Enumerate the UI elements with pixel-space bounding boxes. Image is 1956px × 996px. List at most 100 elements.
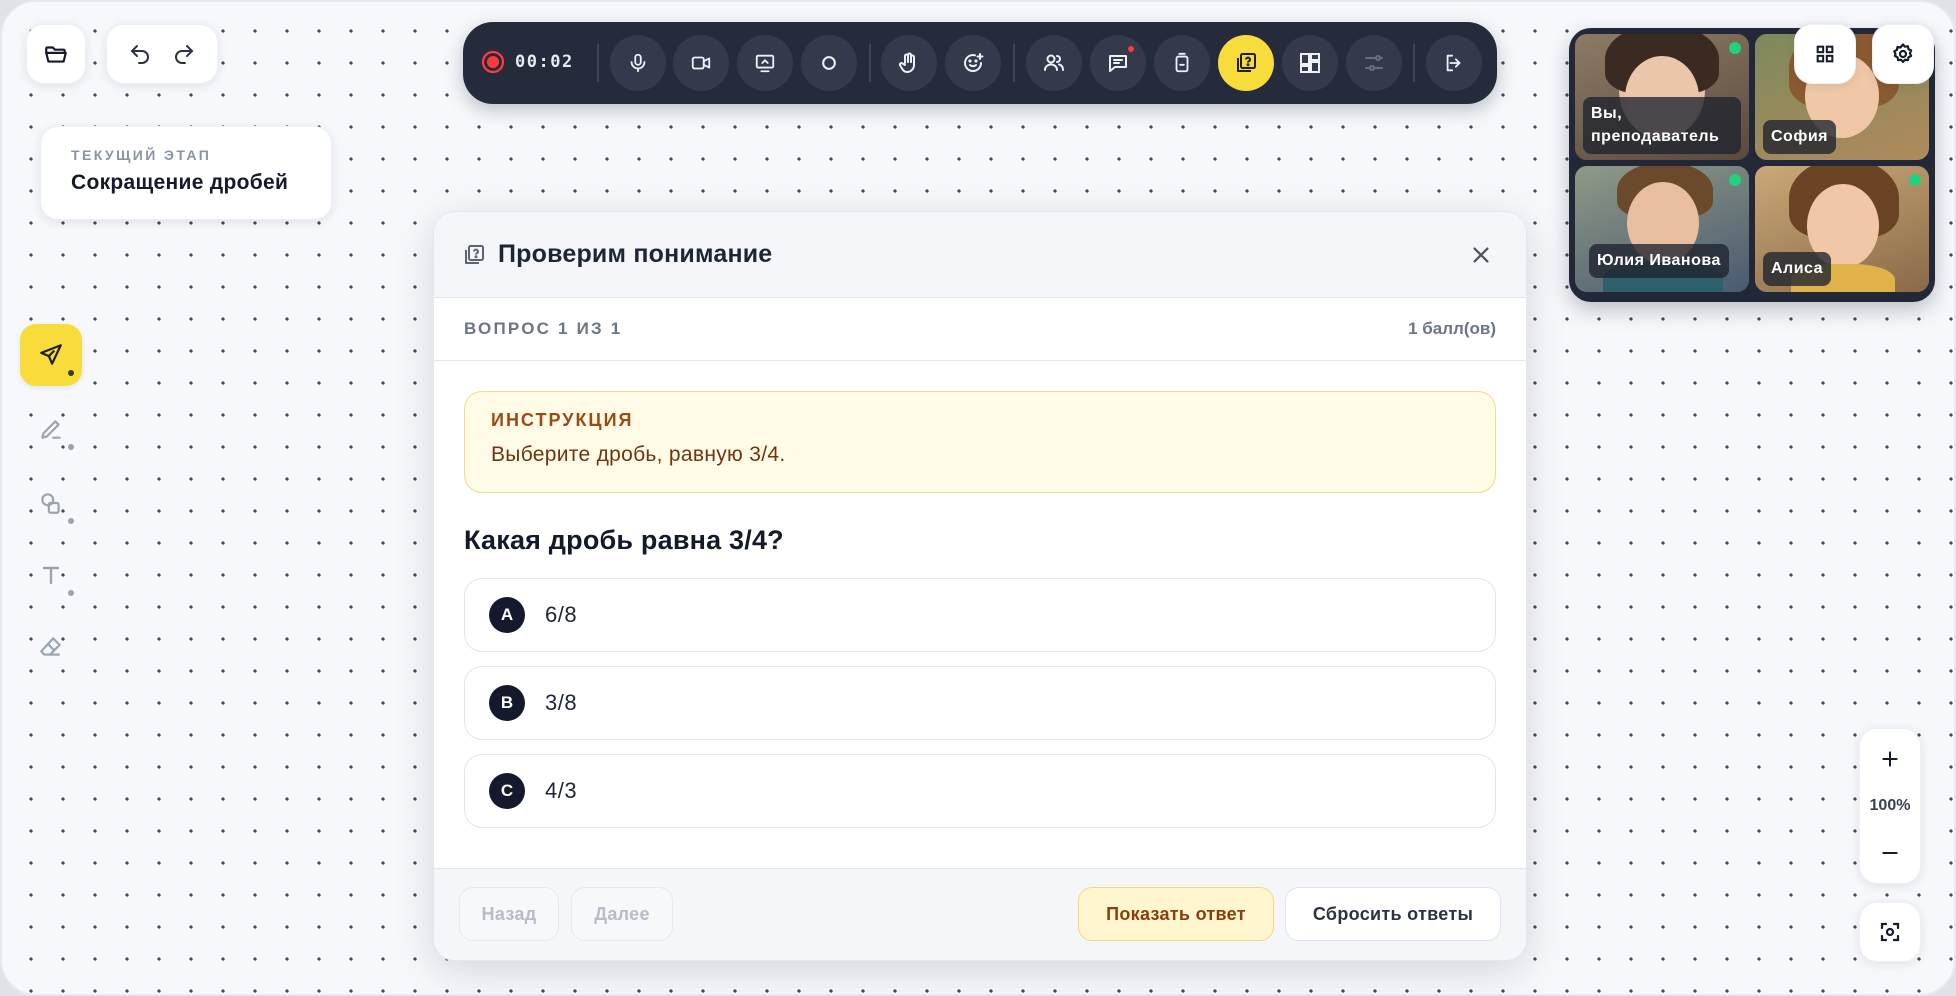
circle-icon bbox=[822, 56, 836, 70]
toolbar-divider bbox=[597, 44, 599, 82]
stage-label: ТЕКУЩИЙ ЭТАП bbox=[71, 147, 212, 163]
unread-badge bbox=[1126, 44, 1136, 54]
video-tile[interactable]: Вы, преподаватель bbox=[1575, 34, 1749, 160]
tool-options-dot bbox=[68, 444, 74, 450]
focus-frame-icon bbox=[1880, 922, 1900, 942]
redo-button[interactable] bbox=[172, 42, 196, 66]
microphone-button[interactable] bbox=[610, 35, 666, 91]
option-text: 4/3 bbox=[545, 778, 578, 803]
camera-button[interactable] bbox=[673, 35, 729, 91]
open-folder-button[interactable] bbox=[26, 24, 86, 84]
shapes-icon bbox=[41, 493, 60, 514]
instruction-label: ИНСТРУКЦИЯ bbox=[491, 410, 634, 430]
chat-button[interactable] bbox=[1090, 35, 1146, 91]
folder-icon bbox=[45, 46, 67, 63]
session-toolbar: 00:02 bbox=[463, 22, 1497, 104]
question-meta: ВОПРОС 1 ИЗ 1 1 балл(ов) bbox=[434, 298, 1526, 361]
next-button[interactable]: Далее bbox=[571, 887, 673, 941]
toolbar-divider bbox=[1413, 44, 1415, 82]
whiteboard-canvas[interactable]: ТЕКУЩИЙ ЭТАП Сокращение дробей 00:02 Вы,… bbox=[0, 0, 1956, 996]
zoom-out-button[interactable] bbox=[1870, 833, 1910, 873]
video-camera-icon bbox=[691, 56, 711, 70]
grid-view-button[interactable] bbox=[1794, 24, 1856, 84]
participant-name: Алиса bbox=[1763, 251, 1832, 286]
video-tile[interactable]: Алиса bbox=[1755, 166, 1929, 292]
tool-options-dot bbox=[68, 590, 74, 596]
text-icon bbox=[42, 566, 60, 585]
hand-icon bbox=[898, 52, 915, 73]
close-modal-button[interactable] bbox=[1466, 240, 1496, 270]
modal-title: Проверим понимание bbox=[498, 240, 773, 268]
eraser-tool[interactable] bbox=[20, 616, 82, 678]
undo-icon bbox=[130, 45, 149, 64]
timer-button[interactable] bbox=[1154, 35, 1210, 91]
option-letter: A bbox=[489, 597, 525, 633]
online-indicator bbox=[1729, 174, 1741, 186]
video-settings-button[interactable] bbox=[1872, 24, 1934, 84]
participant-name: Вы, преподаватель bbox=[1583, 97, 1741, 154]
option-letter: B bbox=[489, 685, 525, 721]
minus-icon bbox=[1882, 852, 1898, 854]
online-indicator bbox=[1909, 174, 1921, 186]
zoom-controls: 100% bbox=[1859, 728, 1921, 884]
option-letter: C bbox=[489, 773, 525, 809]
chat-icon bbox=[1109, 55, 1127, 72]
question-body: ИНСТРУКЦИЯ Выберите дробь, равную 3/4. К… bbox=[434, 361, 1526, 828]
quiz-button[interactable] bbox=[1218, 35, 1274, 91]
answer-option-b[interactable]: B 3/8 bbox=[464, 666, 1496, 740]
zoom-level: 100% bbox=[1869, 797, 1911, 814]
pencil-icon bbox=[41, 420, 61, 439]
cursor-arrow-icon bbox=[40, 344, 62, 365]
pen-tool[interactable] bbox=[20, 398, 82, 460]
participant-name: София bbox=[1763, 119, 1836, 154]
participants-button[interactable] bbox=[1026, 35, 1082, 91]
tool-options-dot bbox=[68, 518, 74, 524]
record-toggle-button[interactable] bbox=[801, 35, 857, 91]
option-text: 3/8 bbox=[545, 690, 578, 715]
tool-options-dot bbox=[68, 370, 74, 376]
toolbar-divider bbox=[1013, 44, 1015, 82]
stage-title: Сокращение дробей bbox=[71, 171, 289, 194]
participant-name: Юлия Иванова bbox=[1589, 243, 1729, 278]
answer-option-c[interactable]: C 4/3 bbox=[464, 754, 1496, 828]
redo-icon bbox=[175, 45, 194, 64]
question-counter: ВОПРОС 1 ИЗ 1 bbox=[464, 319, 623, 338]
zoom-in-button[interactable] bbox=[1870, 739, 1910, 779]
gear-icon bbox=[1893, 43, 1913, 63]
recording-timer: 00:02 bbox=[515, 52, 574, 72]
instruction-text: Выберите дробь, равную 3/4. bbox=[491, 443, 786, 466]
emoji-add-icon bbox=[964, 53, 984, 72]
microphone-icon bbox=[630, 53, 646, 73]
video-tile[interactable]: Юлия Иванова bbox=[1575, 166, 1749, 292]
option-text: 6/8 bbox=[545, 602, 578, 627]
record-icon bbox=[481, 50, 505, 74]
show-answer-button[interactable]: Показать ответ bbox=[1078, 887, 1274, 941]
back-button[interactable]: Назад bbox=[459, 887, 559, 941]
quiz-modal: Проверим понимание ВОПРОС 1 ИЗ 1 1 балл(… bbox=[433, 211, 1527, 961]
plus-icon bbox=[1882, 751, 1898, 767]
shapes-tool[interactable] bbox=[20, 472, 82, 534]
screen-share-button[interactable] bbox=[737, 35, 793, 91]
settings-sliders-button[interactable] bbox=[1346, 35, 1402, 91]
modal-footer: Назад Далее Показать ответ Сбросить отве… bbox=[434, 868, 1526, 960]
reset-answers-button[interactable]: Сбросить ответы bbox=[1285, 887, 1501, 941]
text-tool[interactable] bbox=[20, 544, 82, 606]
close-icon bbox=[1473, 247, 1489, 263]
layout-button[interactable] bbox=[1282, 35, 1338, 91]
select-tool[interactable] bbox=[20, 324, 82, 386]
answer-option-a[interactable]: A 6/8 bbox=[464, 578, 1496, 652]
people-icon bbox=[1044, 54, 1064, 71]
logout-icon bbox=[1446, 54, 1461, 72]
undo-button[interactable] bbox=[128, 42, 152, 66]
answer-options: A 6/8 B 3/8 C 4/3 bbox=[464, 578, 1496, 828]
recording-indicator: 00:02 bbox=[481, 50, 574, 74]
dashboard-icon bbox=[1300, 53, 1320, 73]
reactions-button[interactable] bbox=[945, 35, 1001, 91]
leave-button[interactable] bbox=[1426, 35, 1482, 91]
question-points: 1 балл(ов) bbox=[1408, 319, 1496, 338]
raise-hand-button[interactable] bbox=[881, 35, 937, 91]
fit-to-screen-button[interactable] bbox=[1859, 902, 1921, 962]
online-indicator bbox=[1729, 42, 1741, 54]
quiz-icon bbox=[465, 244, 484, 264]
grid-icon bbox=[1816, 45, 1834, 63]
